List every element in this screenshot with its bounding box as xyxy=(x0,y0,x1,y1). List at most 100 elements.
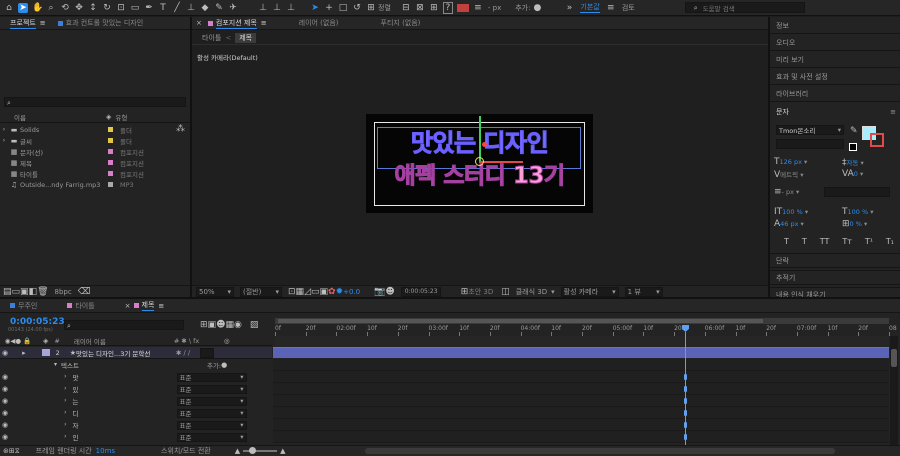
time-ruler[interactable]: 0f 20f 02:00f 10f 20f 03:00f 10f 20f 04:00f 10f 20… xyxy=(275,324,897,336)
keyframe-marker[interactable] xyxy=(684,374,687,380)
snap-toggle-icon[interactable]: ⊠ xyxy=(415,3,425,13)
selection-tool-icon[interactable]: ➤ xyxy=(18,2,28,13)
bpc-label[interactable]: 8bpc xyxy=(55,288,72,296)
pan-camera-icon[interactable]: ✥ xyxy=(74,3,84,13)
baseline-row[interactable]: A46 px ▾ xyxy=(774,219,804,229)
rotation-tool-icon[interactable]: ↻ xyxy=(102,3,112,13)
timeline-tab[interactable]: 타이틀 xyxy=(61,299,100,312)
draft-3d-label[interactable]: 초안 3D xyxy=(468,287,493,297)
more-icon[interactable]: » xyxy=(564,3,574,13)
text-group-row[interactable]: ▾ 텍스트 추가: ● xyxy=(0,359,272,371)
snapshot-icon[interactable]: 📷 xyxy=(374,287,385,297)
views-select[interactable]: 1 뷰 ▾ xyxy=(624,286,663,297)
pan-behind-icon[interactable]: ⊡ xyxy=(116,3,126,13)
add-animator-icon[interactable]: ● xyxy=(221,360,227,370)
add-label[interactable]: 추가: xyxy=(515,3,530,13)
camera-select[interactable]: 활성 카메라 ▾ xyxy=(560,286,619,297)
draft-3d-icon[interactable]: ⊞ xyxy=(461,287,469,297)
tab-layer[interactable]: 레이어 (없음) xyxy=(293,17,345,30)
right-panel-item[interactable]: 오디오 xyxy=(770,36,900,51)
expand-arrow-icon[interactable]: › xyxy=(64,384,66,394)
eye-icon[interactable]: ◉ xyxy=(2,384,8,394)
reset-icon[interactable]: ↺ xyxy=(352,3,362,13)
keyframe-marker[interactable] xyxy=(684,434,687,440)
red-handle[interactable] xyxy=(482,142,487,147)
panel-divider[interactable] xyxy=(768,17,770,297)
blend-mode-select[interactable]: 표준 ▾ xyxy=(176,372,247,382)
label-swatch[interactable] xyxy=(108,149,113,154)
add-shape-icon[interactable]: ● xyxy=(532,3,542,13)
layer-duration-bar[interactable] xyxy=(273,347,889,358)
new-comp-icon[interactable]: ▣ xyxy=(20,287,29,297)
right-panel-bottom-item[interactable]: 내용 인식 채우기 xyxy=(770,287,900,297)
character-row[interactable]: ◉ › 인 표준 ▾ xyxy=(0,431,272,443)
eye-icon[interactable]: ◉ xyxy=(2,420,8,430)
tsume-row[interactable]: ⊞0 % ▾ xyxy=(842,219,867,229)
col-name[interactable]: 이름 xyxy=(14,112,106,122)
blend-mode-select[interactable]: 표준 ▾ xyxy=(176,384,247,394)
type-tool-icon[interactable]: T xyxy=(158,3,168,13)
timecode-toggle-icon[interactable]: ⧖ xyxy=(15,446,20,456)
hand-tool-icon[interactable]: ✋ xyxy=(32,3,43,13)
label-swatch[interactable] xyxy=(108,160,113,165)
text-style-button[interactable]: Tт xyxy=(842,237,852,247)
blend-mode-select[interactable]: 표준 ▾ xyxy=(176,432,247,442)
color-wheel-icon[interactable]: ✿ xyxy=(328,287,336,297)
right-panel-item[interactable]: 효과 및 사전 설정 xyxy=(770,70,900,85)
layer-name[interactable]: 맛있는 디자인...3기 문학선 xyxy=(76,348,172,358)
extended-viewer-icon[interactable]: ◫ xyxy=(501,287,510,297)
menu-icon[interactable]: ≡ xyxy=(606,3,616,13)
blend-mode-select[interactable]: 표준 ▾ xyxy=(176,408,247,418)
draft-3d-toggle-icon[interactable]: ▣ xyxy=(208,320,217,330)
project-item[interactable]: ▦ 제목 컴포지션 xyxy=(0,157,190,168)
leading-row[interactable]: ‡자동 ▾ xyxy=(842,157,864,168)
font-family-select[interactable]: Tmon몬소리 ▾ xyxy=(776,125,844,135)
title-line-2[interactable]: 애펙 스터디 13기 xyxy=(366,162,593,190)
pointer-icon[interactable]: ➤ xyxy=(310,3,320,13)
keyframe-marker[interactable] xyxy=(684,410,687,416)
expand-arrow-icon[interactable]: › xyxy=(64,372,66,382)
right-panel-item[interactable]: 미리 보기 xyxy=(770,53,900,68)
panel-divider[interactable] xyxy=(0,297,900,299)
project-item[interactable]: ♫ Outside...ndy Farrig.mp3 MP3 xyxy=(0,179,190,190)
tab-footage[interactable]: 푸티지 (없음) xyxy=(375,17,427,30)
text-style-button[interactable]: T¹ xyxy=(865,237,873,247)
col-layer-name[interactable]: 레이어 이름 xyxy=(74,336,174,346)
stroke-px[interactable]: - px xyxy=(488,4,501,12)
text-style-button[interactable]: T xyxy=(802,237,807,247)
workspace-review[interactable]: 검토 xyxy=(622,3,635,13)
text-add-label[interactable]: 추가: xyxy=(207,360,221,370)
label-swatch[interactable] xyxy=(108,171,113,176)
label-swatch[interactable] xyxy=(108,127,113,132)
align-icon[interactable]: ⊞ xyxy=(366,3,376,13)
orbit-around-icon[interactable]: ⊥ xyxy=(272,3,282,13)
keyframe-marker[interactable] xyxy=(684,422,687,428)
keyframe-marker[interactable] xyxy=(684,398,687,404)
kerning-row[interactable]: V메트릭 ▾ xyxy=(774,169,803,180)
expand-arrow-icon[interactable]: › xyxy=(64,420,66,430)
timeline-tab[interactable]: 무주인 xyxy=(4,299,43,312)
eye-icon[interactable]: ◉ xyxy=(2,408,8,418)
blend-mode-select[interactable]: 표준 ▾ xyxy=(176,420,247,430)
motion-blur-icon[interactable]: ◉ xyxy=(234,320,242,330)
zoom-in-icon[interactable]: ▲ xyxy=(280,446,285,456)
cursor-move-icon[interactable]: ⊥ xyxy=(286,3,296,13)
brush-tool-icon[interactable]: ╱ xyxy=(172,3,182,13)
plus-icon[interactable]: + xyxy=(324,3,334,13)
zoom-slider-track[interactable] xyxy=(243,447,278,454)
timeline-vscroll-thumb[interactable] xyxy=(891,349,897,367)
tab-composition[interactable]: 컴포지션 제목 ≡ xyxy=(202,17,273,30)
tracking-row[interactable]: VA0 ▾ xyxy=(842,169,863,179)
anchor-point[interactable] xyxy=(475,157,484,166)
layer-search-input[interactable]: ⌕ xyxy=(64,320,184,330)
universal-camera-icon[interactable]: ⊥ xyxy=(258,3,268,13)
keyframe-marker[interactable] xyxy=(684,386,687,392)
font-style-select[interactable] xyxy=(776,139,844,149)
layer-parent-select[interactable] xyxy=(200,347,215,358)
hscale-row[interactable]: T100 % ▾ xyxy=(842,207,874,217)
new-folder-icon[interactable]: ▭ xyxy=(12,287,21,297)
expand-arrow-icon[interactable]: ▾ xyxy=(54,360,57,370)
eyedropper-icon[interactable]: ✎ xyxy=(850,126,858,136)
fill-swatch-icon[interactable]: ? xyxy=(442,1,453,14)
shy-icon[interactable]: ☻ xyxy=(216,320,225,330)
